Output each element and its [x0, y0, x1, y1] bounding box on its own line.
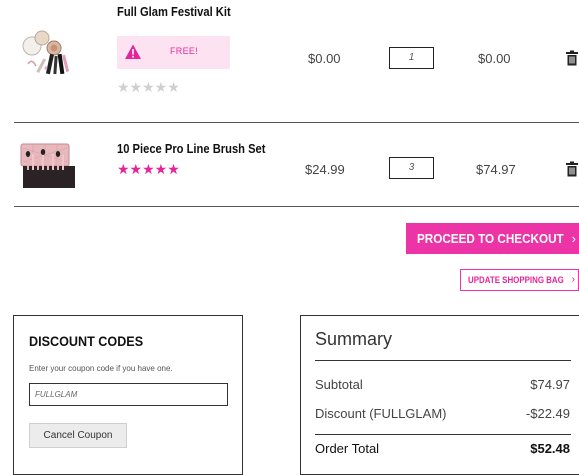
unit-price: $24.99 — [305, 162, 345, 177]
free-badge-text: FREE! — [170, 46, 199, 56]
line-total: $0.00 — [478, 51, 511, 66]
unit-price: $0.00 — [308, 51, 341, 66]
discount-value: -$22.49 — [525, 406, 570, 421]
quantity-input[interactable]: 3 — [389, 157, 434, 179]
update-shopping-bag-button[interactable]: UPDATE SHOPPING BAG › — [460, 269, 579, 291]
checkout-label: PROCEED TO CHECKOUT — [417, 231, 564, 246]
line-total: $74.97 — [476, 162, 516, 177]
makeup-kit-image — [22, 30, 70, 75]
summary-divider — [315, 434, 571, 435]
warning-icon — [124, 43, 142, 61]
cancel-coupon-button[interactable]: Cancel Coupon — [29, 423, 127, 448]
subtotal-value: $74.97 — [530, 377, 570, 392]
coupon-hint: Enter your coupon code if you have one. — [29, 364, 173, 373]
row-divider — [14, 206, 579, 207]
chevron-right-icon: › — [571, 231, 576, 246]
summary-title: Summary — [315, 329, 393, 349]
discount-codes-title: DISCOUNT CODES — [29, 333, 144, 349]
quantity-input[interactable]: 1 — [389, 47, 434, 69]
summary-divider — [315, 360, 571, 361]
proceed-to-checkout-button[interactable]: PROCEED TO CHECKOUT › — [406, 223, 579, 254]
discount-codes-panel: DISCOUNT CODES Enter your coupon code if… — [13, 315, 243, 475]
coupon-code-input[interactable]: FULLGLAM — [29, 383, 228, 406]
trash-icon[interactable] — [565, 161, 579, 177]
product-name[interactable]: Full Glam Festival Kit — [117, 4, 231, 19]
trash-icon[interactable] — [565, 50, 579, 66]
product-name[interactable]: 10 Piece Pro Line Brush Set — [117, 141, 266, 156]
product-thumbnail-brush-set[interactable] — [18, 140, 82, 192]
discount-label: Discount (FULLGLAM) — [315, 406, 447, 421]
subtotal-label: Subtotal — [315, 377, 363, 392]
free-badge: FREE! — [117, 36, 230, 69]
update-label: UPDATE SHOPPING BAG — [468, 275, 564, 285]
brush-set-image — [20, 143, 75, 188]
row-divider — [14, 122, 579, 123]
order-summary-panel: Summary Subtotal $74.97 Discount (FULLGL… — [300, 315, 579, 475]
product-thumbnail-festival-kit[interactable] — [18, 24, 78, 84]
star-rating: ★★★★★ — [117, 80, 180, 96]
chevron-right-icon: › — [571, 274, 575, 285]
star-rating: ★★★★★ — [117, 162, 180, 178]
order-total-label: Order Total — [315, 441, 380, 456]
order-total-value: $52.48 — [530, 441, 570, 456]
